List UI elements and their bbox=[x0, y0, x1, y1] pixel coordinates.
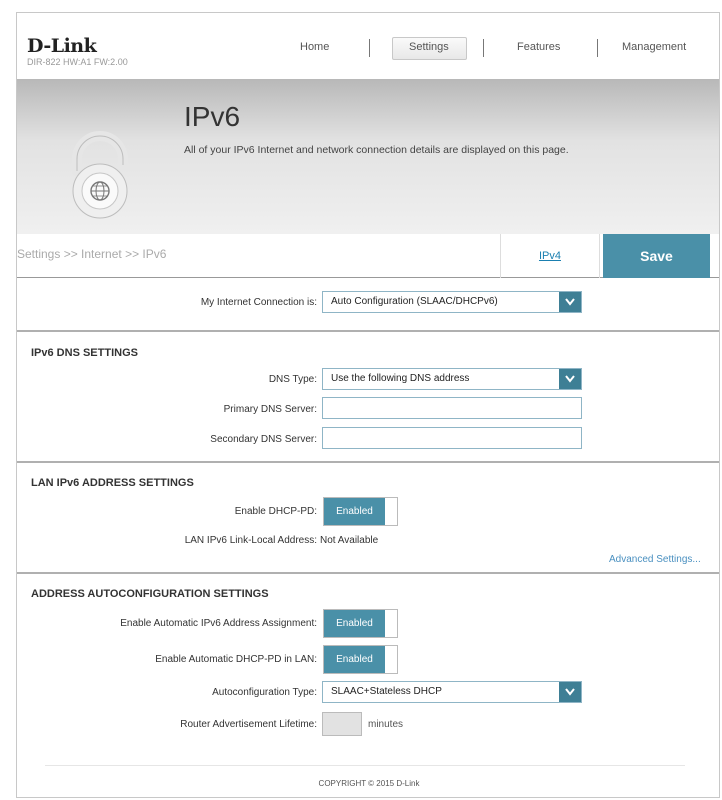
nav-divider bbox=[369, 39, 370, 57]
chevron-down-icon[interactable] bbox=[559, 682, 581, 702]
auto-assign-toggle-state: Enabled bbox=[324, 610, 385, 637]
dns-type-label: DNS Type: bbox=[268, 374, 317, 385]
nav-management[interactable]: Management bbox=[622, 41, 686, 53]
page-description: All of your IPv6 Internet and network co… bbox=[184, 144, 569, 156]
ra-lifetime-input[interactable] bbox=[322, 712, 362, 736]
model-info: DIR-822 HW:A1 FW:2.00 bbox=[27, 57, 128, 67]
connection-type-value: Auto Configuration (SLAAC/DHCPv6) bbox=[331, 296, 498, 307]
save-button[interactable]: Save bbox=[603, 234, 710, 278]
page-banner: IPv6 All of your IPv6 Internet and netwo… bbox=[17, 79, 719, 234]
nav-settings[interactable]: Settings bbox=[409, 41, 449, 53]
auto-assign-label: Enable Automatic IPv6 Address Assignment… bbox=[120, 618, 317, 629]
breadcrumb: Settings >> Internet >> IPv6 bbox=[17, 247, 167, 261]
autoconf-type-value: SLAAC+Stateless DHCP bbox=[331, 686, 442, 697]
ipv4-tab-link[interactable]: IPv4 bbox=[500, 234, 600, 278]
link-local-label: LAN IPv6 Link-Local Address: bbox=[184, 535, 317, 546]
section-divider bbox=[17, 461, 719, 463]
nav-divider bbox=[597, 39, 598, 57]
autoconf-type-select[interactable]: SLAAC+Stateless DHCP bbox=[322, 681, 582, 703]
chevron-down-icon[interactable] bbox=[559, 369, 581, 389]
ra-lifetime-unit: minutes bbox=[368, 719, 404, 730]
dhcp-pd-toggle[interactable]: Enabled bbox=[323, 497, 398, 526]
auto-assign-toggle[interactable]: Enabled bbox=[323, 609, 398, 638]
auto-dhcp-pd-label: Enable Automatic DHCP-PD in LAN: bbox=[155, 654, 317, 665]
breadcrumb-bar: Settings >> Internet >> IPv6 IPv4 Save bbox=[17, 234, 719, 278]
nav-divider bbox=[483, 39, 484, 57]
autoconf-type-label: Autoconfiguration Type: bbox=[212, 687, 317, 698]
dhcp-pd-label: Enable DHCP-PD: bbox=[234, 506, 317, 517]
section-divider bbox=[17, 572, 719, 574]
nav-home[interactable]: Home bbox=[300, 41, 329, 53]
dns-type-value: Use the following DNS address bbox=[331, 373, 470, 384]
lock-globe-icon bbox=[72, 131, 128, 219]
primary-dns-label: Primary DNS Server: bbox=[223, 404, 317, 415]
dns-section-title: IPv6 DNS SETTINGS bbox=[31, 347, 138, 359]
footer-divider bbox=[45, 765, 685, 766]
link-local-value: Not Available bbox=[320, 535, 379, 546]
dns-type-select[interactable]: Use the following DNS address bbox=[322, 368, 582, 390]
dhcp-pd-toggle-state: Enabled bbox=[324, 498, 385, 525]
primary-dns-input[interactable] bbox=[322, 397, 582, 419]
chevron-down-icon[interactable] bbox=[559, 292, 581, 312]
section-divider bbox=[17, 330, 719, 332]
advanced-settings-link[interactable]: Advanced Settings... bbox=[609, 554, 701, 565]
connection-type-label: My Internet Connection is: bbox=[200, 297, 317, 308]
dlink-logo[interactable]: D-Link bbox=[27, 35, 97, 57]
lan-section-title: LAN IPv6 ADDRESS SETTINGS bbox=[31, 477, 194, 489]
header: D-Link DIR-822 HW:A1 FW:2.00 Home Settin… bbox=[17, 13, 719, 79]
auto-dhcp-pd-toggle[interactable]: Enabled bbox=[323, 645, 398, 674]
auto-dhcp-pd-toggle-state: Enabled bbox=[324, 646, 385, 673]
router-admin-page: D-Link DIR-822 HW:A1 FW:2.00 Home Settin… bbox=[16, 12, 720, 798]
connection-type-select[interactable]: Auto Configuration (SLAAC/DHCPv6) bbox=[322, 291, 582, 313]
page-title: IPv6 bbox=[184, 101, 241, 132]
secondary-dns-input[interactable] bbox=[322, 427, 582, 449]
nav-features[interactable]: Features bbox=[517, 41, 560, 53]
ra-lifetime-label: Router Advertisement Lifetime: bbox=[180, 719, 317, 730]
secondary-dns-label: Secondary DNS Server: bbox=[210, 434, 317, 445]
copyright-footer: COPYRIGHT © 2015 D-Link bbox=[318, 779, 420, 788]
autoconf-section-title: ADDRESS AUTOCONFIGURATION SETTINGS bbox=[31, 588, 269, 600]
